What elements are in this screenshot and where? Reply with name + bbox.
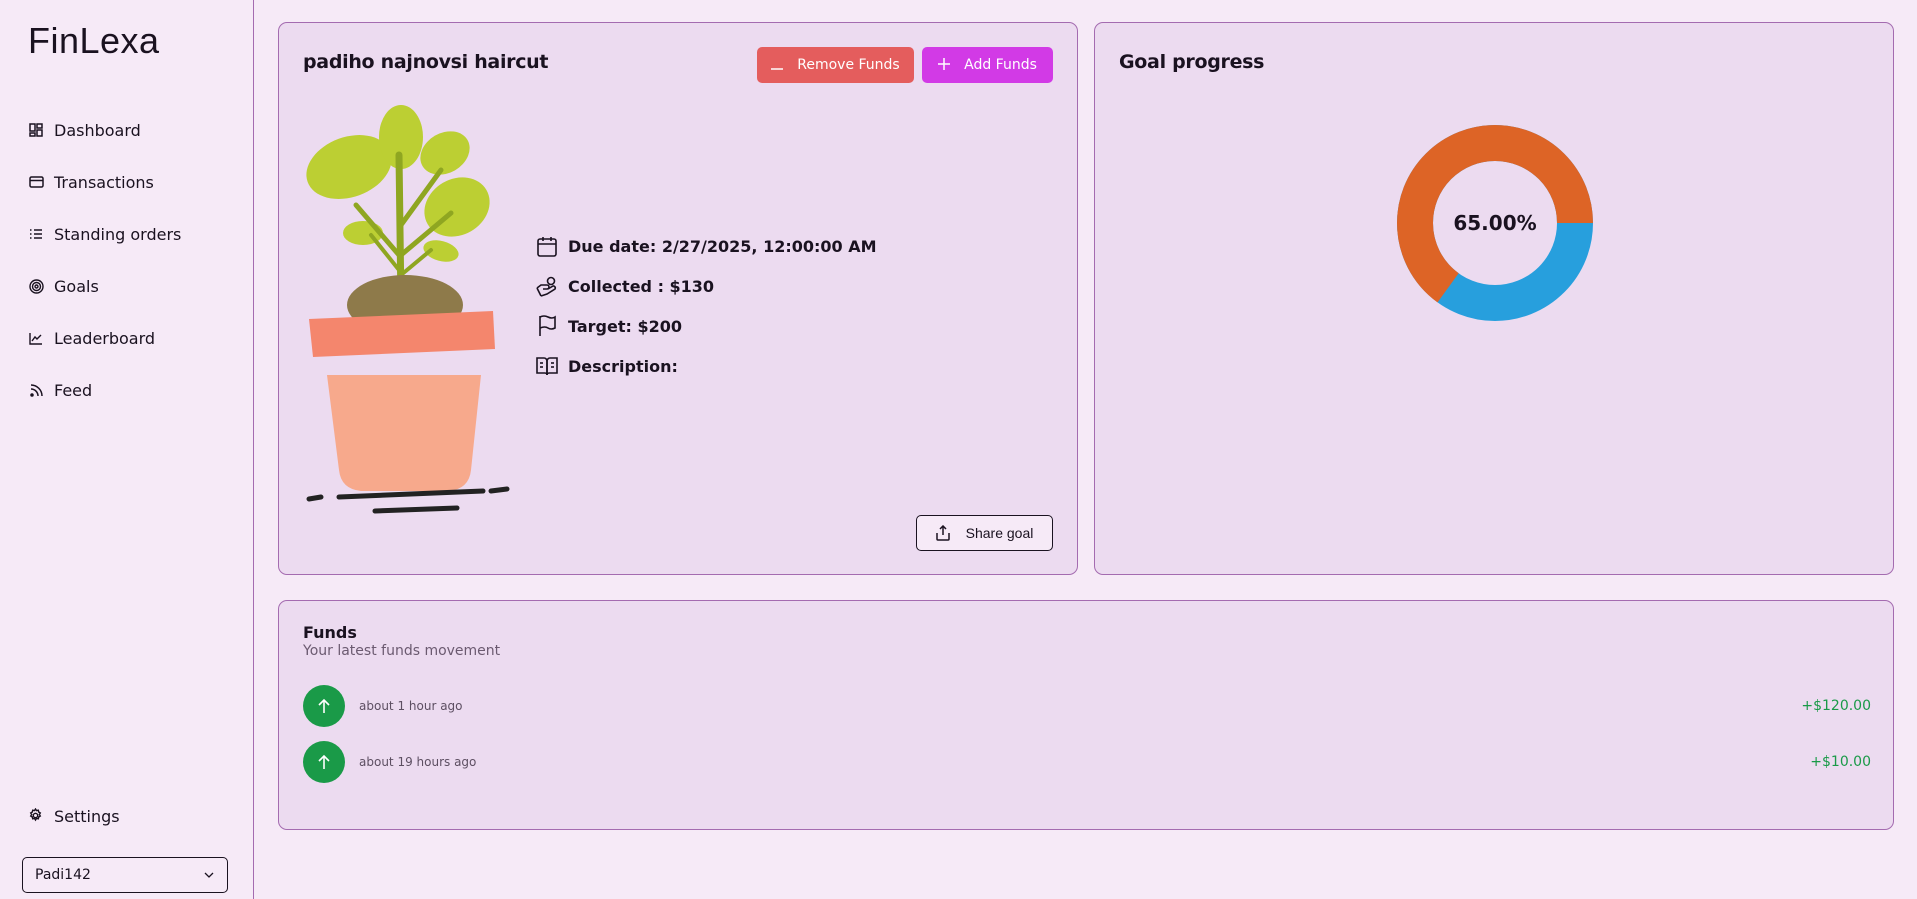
sidebar-item-label: Transactions [54,172,154,192]
remove-funds-button[interactable]: Remove Funds [757,47,914,83]
card-icon [28,174,44,190]
plus-icon [938,57,951,73]
target-icon [28,278,44,294]
goal-details: Due date: 2/27/2025, 12:00:00 AM Collect… [535,226,877,386]
sidebar-item-label: Feed [54,380,93,400]
sidebar-item-goals[interactable]: Goals [28,260,181,312]
sidebar: FinLexa Dashboard Transactions Standing … [0,0,254,899]
gear-icon [28,808,44,824]
sidebar-item-feed[interactable]: Feed [28,364,181,416]
book-open-icon [535,354,559,378]
sidebar-item-dashboard[interactable]: Dashboard [28,104,181,156]
goal-progress-title: Goal progress [1119,51,1265,73]
settings-label: Settings [54,806,120,826]
sidebar-item-standing-orders[interactable]: Standing orders [28,208,181,260]
sidebar-item-leaderboard[interactable]: Leaderboard [28,312,181,364]
rss-icon [28,382,44,398]
hand-coins-icon [535,274,559,298]
add-funds-label: Add Funds [964,57,1037,73]
target-row: Target: $200 [535,306,877,346]
goal-card: padiho najnovsi haircut Remove Funds Add… [278,22,1078,575]
target-text: Target: $200 [568,316,682,336]
collected-row: Collected : $130 [535,266,877,306]
description-text: Description: [568,356,678,376]
progress-percent: 65.00% [1453,211,1537,235]
main-nav: Dashboard Transactions Standing orders G… [28,104,181,416]
list-item: about 19 hours ago +$10.00 [303,741,1871,783]
sidebar-item-label: Dashboard [54,120,141,140]
arrow-up-icon [303,741,345,783]
due-date-row: Due date: 2/27/2025, 12:00:00 AM [535,226,877,266]
minus-icon [771,57,784,73]
fund-time: about 19 hours ago [359,755,477,769]
funds-title: Funds [303,623,357,642]
fund-amount: +$10.00 [1810,754,1871,770]
share-goal-label: Share goal [965,525,1034,541]
goal-title: padiho najnovsi haircut [303,51,549,73]
add-funds-button[interactable]: Add Funds [922,47,1053,83]
list-item: about 1 hour ago +$120.00 [303,685,1871,727]
arrow-up-icon [303,685,345,727]
funds-subtitle: Your latest funds movement [303,643,501,659]
sidebar-item-label: Leaderboard [54,328,156,348]
collected-text: Collected : $130 [568,276,715,296]
plant-illustration [306,105,510,514]
share-icon [935,525,950,541]
sidebar-item-label: Goals [54,276,99,296]
user-select[interactable]: Padi142 [22,857,228,893]
sidebar-item-label: Standing orders [54,224,182,244]
goal-progress-card: Goal progress 65.00% [1094,22,1894,575]
share-goal-button[interactable]: Share goal [916,515,1053,551]
fund-time: about 1 hour ago [359,699,463,713]
due-date-text: Due date: 2/27/2025, 12:00:00 AM [568,236,877,256]
chart-line-icon [28,330,44,346]
remove-funds-label: Remove Funds [797,57,900,73]
calendar-icon [535,234,559,258]
sidebar-item-settings[interactable]: Settings [28,790,120,842]
list-icon [28,226,44,242]
dashboard-icon [28,122,44,138]
description-row: Description: [535,346,877,386]
funds-card: Funds Your latest funds movement about 1… [278,600,1894,830]
sidebar-item-transactions[interactable]: Transactions [28,156,181,208]
flag-icon [535,314,559,338]
user-select-value: Padi142 [35,867,91,883]
fund-amount: +$120.00 [1801,698,1871,714]
app-logo: FinLexa [28,20,160,61]
chevron-down-icon [203,867,215,883]
